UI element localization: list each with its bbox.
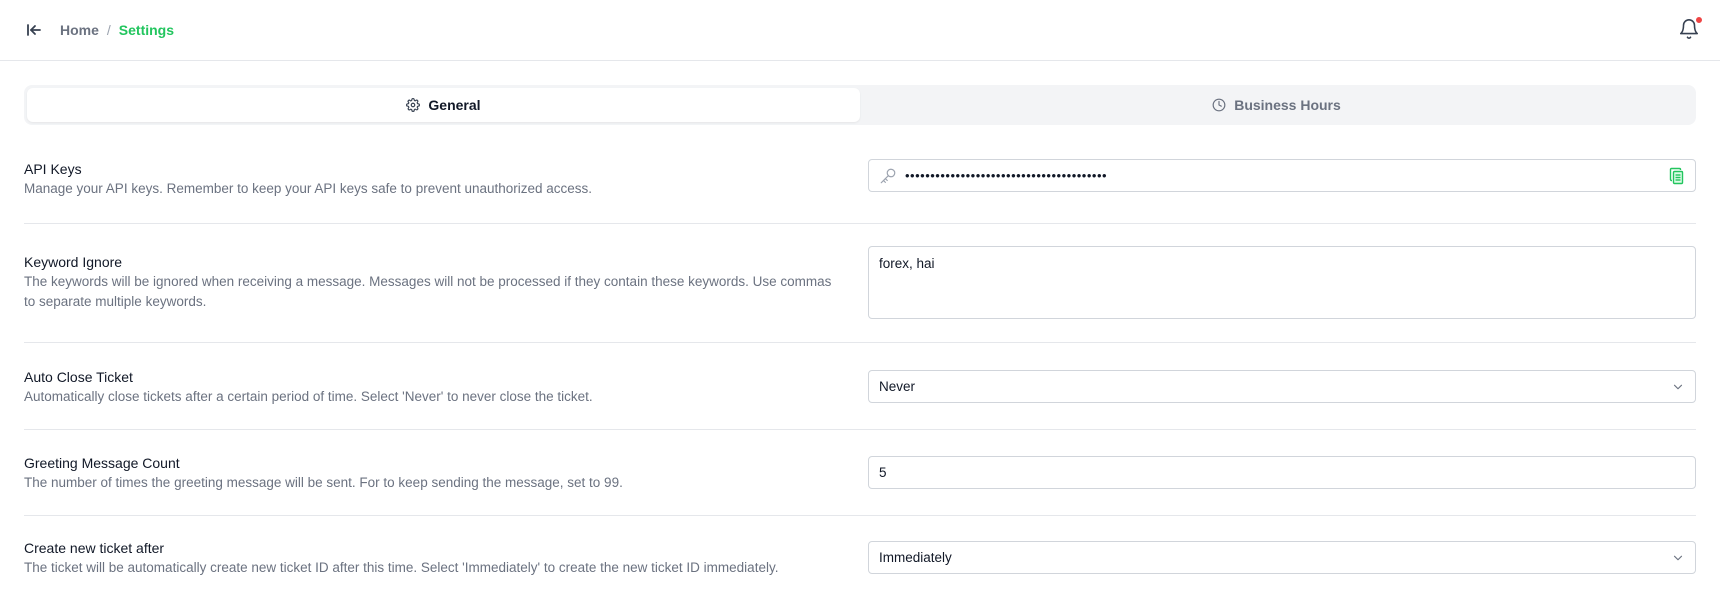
setting-greeting-count: Greeting Message Count The number of tim… — [24, 430, 1696, 516]
new-ticket-description: The ticket will be automatically create … — [24, 560, 779, 575]
api-keys-description: Manage your API keys. Remember to keep y… — [24, 181, 593, 196]
breadcrumb-home[interactable]: Home — [60, 22, 99, 38]
new-ticket-selected-value: Immediately — [879, 550, 952, 565]
gear-icon — [406, 98, 421, 112]
chevron-down-icon — [1673, 384, 1683, 389]
setting-keyword-ignore: Keyword Ignore The keywords will be igno… — [24, 224, 1696, 343]
breadcrumb-separator: / — [106, 22, 111, 38]
api-keys-title: API Keys — [24, 161, 82, 177]
greeting-count-title: Greeting Message Count — [24, 455, 180, 471]
new-ticket-select[interactable]: Immediately — [868, 541, 1696, 574]
tab-business-hours[interactable]: Business Hours — [860, 88, 1693, 122]
key-icon — [880, 168, 896, 183]
breadcrumb: Home / Settings — [60, 22, 174, 38]
notifications-button[interactable] — [1678, 16, 1703, 42]
api-key-value: •••••••••••••••••••••••••••••••••••••••• — [905, 168, 1108, 183]
tab-general-label: General — [428, 97, 481, 113]
keyword-ignore-title: Keyword Ignore — [24, 254, 123, 270]
keyword-ignore-description: The keywords will be ignored when receiv… — [24, 274, 832, 309]
greeting-count-description: The number of times the greeting message… — [24, 475, 623, 490]
settings-content: General Business Hours API Keys Manage y… — [0, 61, 1720, 578]
setting-api-keys: API Keys Manage your API keys. Remember … — [24, 159, 1696, 224]
top-bar: Home / Settings — [0, 0, 1720, 61]
breadcrumb-current: Settings — [118, 22, 175, 38]
copy-icon[interactable] — [1669, 167, 1685, 185]
tab-business-hours-label: Business Hours — [1234, 97, 1341, 113]
chevron-down-icon — [1673, 555, 1683, 560]
settings-tabs: General Business Hours — [24, 85, 1696, 125]
greeting-count-input[interactable]: 5 — [868, 456, 1696, 489]
setting-new-ticket-after: Create new ticket after The ticket will … — [24, 516, 1696, 578]
auto-close-title: Auto Close Ticket — [24, 369, 133, 385]
auto-close-description: Automatically close tickets after a cert… — [24, 389, 593, 404]
notification-badge — [1695, 16, 1703, 24]
clock-icon — [1212, 98, 1226, 112]
tab-general[interactable]: General — [27, 88, 860, 122]
keyword-ignore-textarea[interactable]: forex, hai — [868, 246, 1696, 319]
auto-close-select[interactable]: Never — [868, 370, 1696, 403]
setting-auto-close-ticket: Auto Close Ticket Automatically close ti… — [24, 343, 1696, 430]
api-key-input[interactable]: •••••••••••••••••••••••••••••••••••••••• — [868, 159, 1696, 192]
auto-close-selected-value: Never — [879, 379, 916, 394]
collapse-sidebar-icon[interactable] — [24, 20, 44, 40]
new-ticket-title: Create new ticket after — [24, 540, 165, 556]
